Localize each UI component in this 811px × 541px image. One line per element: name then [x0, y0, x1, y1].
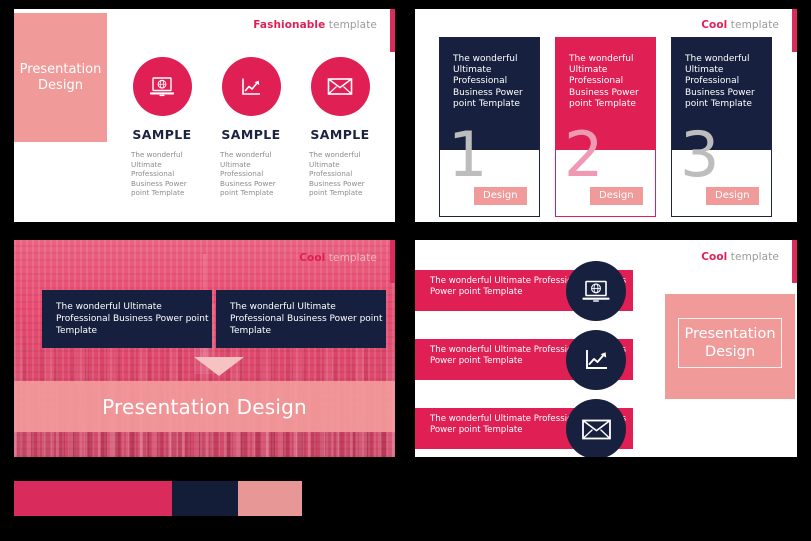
slide4-caption-strong: Cool	[701, 251, 728, 263]
slide2-card-2[interactable]: The wonderful Ultimate Professional Busi…	[555, 37, 656, 217]
slide2-card-3-number: 3	[680, 118, 720, 191]
slide1-column-2[interactable]: SAMPLE The wonderful Ultimate Profession…	[207, 57, 295, 198]
slide2-card-1-design-button[interactable]: Design	[474, 187, 527, 205]
slide2-card-3-text: The wonderful Ultimate Professional Busi…	[685, 54, 755, 109]
slide1-title-3: SAMPLE	[310, 127, 370, 142]
slide3-text-box-1-label: The wonderful Ultimate Professional Busi…	[56, 302, 209, 337]
color-swatch-bar	[14, 481, 302, 516]
slide4-presentation-design-box: Presentation Design	[665, 294, 795, 399]
slide3-caption-strong: Cool	[299, 252, 326, 264]
envelope-icon	[581, 418, 612, 441]
growth-chart-icon	[240, 76, 262, 98]
slide3-accent-bar	[390, 240, 395, 283]
slide2-template-caption: Cool template	[701, 19, 779, 31]
slide2-caption-light: template	[730, 19, 779, 31]
slide1-column-1[interactable]: SAMPLE The wonderful Ultimate Profession…	[118, 57, 206, 198]
slide4-icon-circle-3	[566, 399, 626, 457]
slide2-card-1-number: 1	[448, 118, 488, 191]
slide-cool-city-background[interactable]: Cool template The wonderful Ultimate Pro…	[14, 240, 395, 457]
slide3-caption-light: template	[328, 252, 377, 264]
slide2-card-2-design-button[interactable]: Design	[590, 187, 643, 205]
slide3-text-box-1[interactable]: The wonderful Ultimate Professional Busi…	[42, 290, 212, 348]
slide-fashionable-template[interactable]: Fashionable template Presentation Design	[14, 9, 395, 222]
slide2-card-1-text: The wonderful Ultimate Professional Busi…	[453, 54, 523, 109]
slide4-row-1[interactable]: The wonderful Ultimate Professional Busi…	[415, 261, 633, 321]
slide2-card-2-number: 2	[564, 118, 604, 191]
slide1-caption-light: template	[328, 19, 377, 31]
slide1-icon-circle-2	[221, 57, 281, 116]
down-arrow-icon	[194, 357, 244, 376]
laptop-globe-icon	[149, 76, 175, 98]
slide2-card-3[interactable]: The wonderful Ultimate Professional Busi…	[671, 37, 772, 217]
slide3-text-box-2[interactable]: The wonderful Ultimate Professional Busi…	[216, 290, 386, 348]
slide2-card-3-design-button[interactable]: Design	[706, 187, 759, 205]
slide4-icon-circle-1	[566, 261, 626, 321]
slide2-accent-bar	[792, 9, 797, 52]
growth-chart-icon	[583, 347, 610, 373]
slide4-presentation-design-label: Presentation Design	[684, 326, 776, 360]
slide2-card-2-text: The wonderful Ultimate Professional Busi…	[569, 54, 639, 109]
slide1-caption-strong: Fashionable	[253, 19, 326, 31]
envelope-icon	[327, 77, 353, 96]
slide1-presentation-design-label: Presentation Design	[19, 61, 102, 93]
slide3-text-box-2-label: The wonderful Ultimate Professional Busi…	[230, 302, 383, 337]
laptop-globe-icon	[581, 279, 611, 304]
slide4-accent-bar	[792, 240, 797, 283]
slide1-presentation-design-box: Presentation Design	[14, 13, 107, 142]
slide4-row-2[interactable]: The wonderful Ultimate Professional Busi…	[415, 330, 633, 390]
slide1-column-3[interactable]: SAMPLE The wonderful Ultimate Profession…	[296, 57, 384, 198]
slide3-template-caption: Cool template	[299, 252, 377, 264]
slide4-caption-light: template	[730, 251, 779, 263]
slide3-presentation-design-band: Presentation Design	[14, 381, 395, 432]
slide4-presentation-design-frame: Presentation Design	[678, 318, 782, 368]
slides-overview: Fashionable template Presentation Design	[0, 0, 811, 541]
slide4-template-caption: Cool template	[701, 251, 779, 263]
slide1-title-1: SAMPLE	[132, 127, 192, 142]
slide1-desc-1: The wonderful Ultimate Professional Busi…	[131, 150, 187, 198]
slide-cool-numbered-cards[interactable]: Cool template The wonderful Ultimate Pro…	[415, 9, 797, 222]
slide-cool-icon-list[interactable]: Cool template The wonderful Ultimate Pro…	[415, 240, 797, 457]
color-swatch-salmon[interactable]	[238, 481, 302, 516]
slide1-desc-3: The wonderful Ultimate Professional Busi…	[309, 150, 365, 198]
slide1-template-caption: Fashionable template	[253, 19, 377, 31]
color-swatch-navy[interactable]	[172, 481, 238, 516]
slide1-desc-2: The wonderful Ultimate Professional Busi…	[220, 150, 276, 198]
slide1-icon-circle-1	[132, 57, 192, 116]
color-swatch-crimson[interactable]	[14, 481, 172, 516]
slide4-row-3[interactable]: The wonderful Ultimate Professional Busi…	[415, 399, 633, 457]
slide2-card-1[interactable]: The wonderful Ultimate Professional Busi…	[439, 37, 540, 217]
slide2-caption-strong: Cool	[701, 19, 728, 31]
slide3-presentation-design-label: Presentation Design	[102, 394, 307, 419]
slide1-icon-circle-3	[310, 57, 370, 116]
slide1-accent-bar	[390, 9, 395, 52]
slide4-icon-circle-2	[566, 330, 626, 390]
slide1-title-2: SAMPLE	[221, 127, 281, 142]
